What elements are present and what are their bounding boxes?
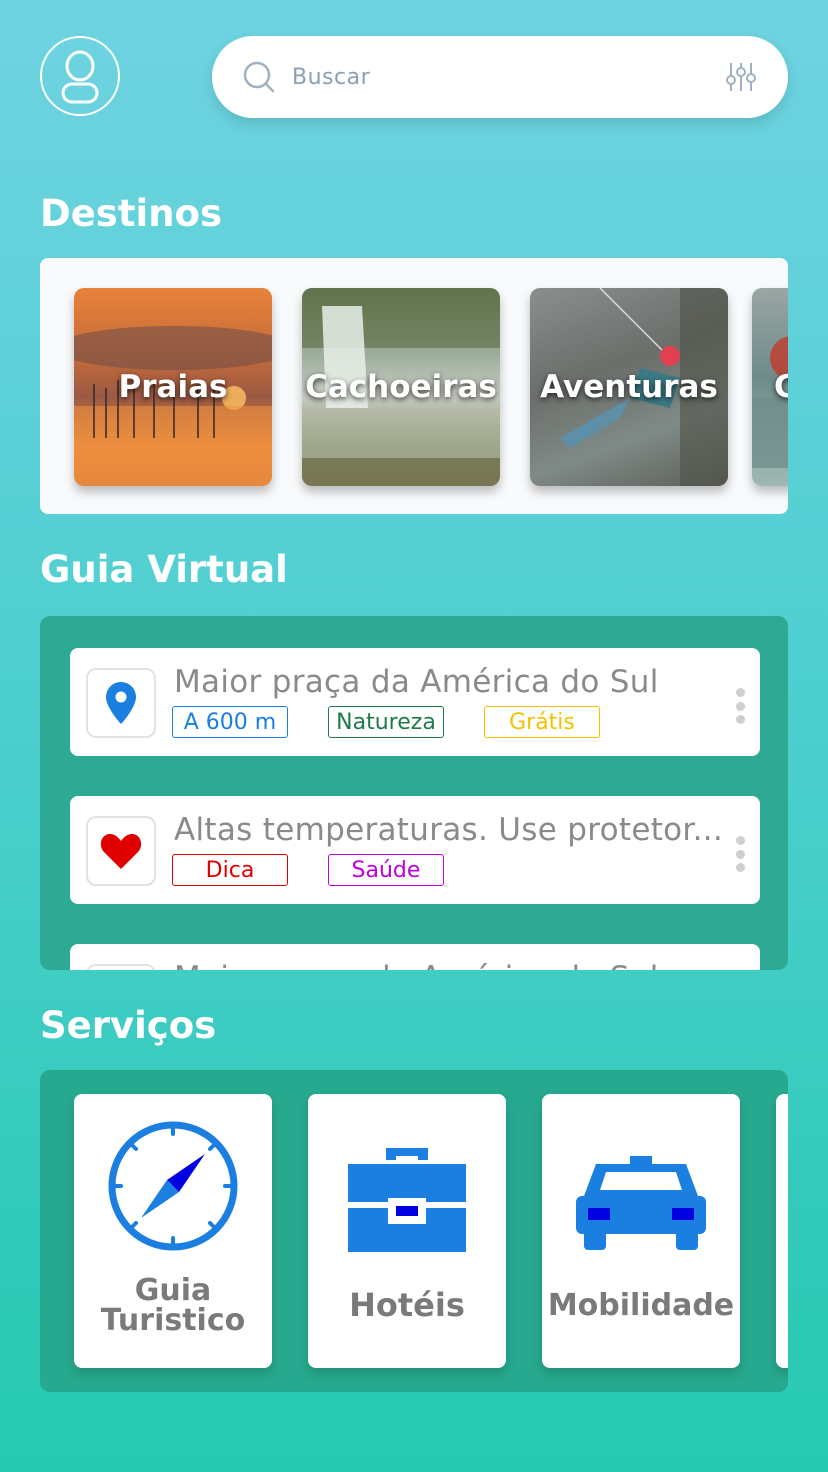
- service-label: Hotéis: [349, 1286, 465, 1324]
- destino-card-partial[interactable]: C: [752, 288, 788, 486]
- section-title-servicos: Serviços: [40, 1004, 217, 1047]
- tip-icon-box: [86, 668, 156, 738]
- tag-price: Grátis: [484, 706, 600, 738]
- destino-card-praias[interactable]: Praias: [74, 288, 272, 486]
- tip-icon-box: [86, 816, 156, 886]
- service-card-guia-turistico[interactable]: Guia Turistico: [74, 1094, 272, 1368]
- search-icon: [243, 61, 275, 93]
- service-card-mobilidade[interactable]: Mobilidade: [542, 1094, 740, 1368]
- list-item[interactable]: Maior praça da América do Sul A 600 m Na…: [70, 648, 760, 756]
- compass-icon: [108, 1121, 238, 1251]
- tip-title: Altas temperaturas. Use protetor...: [174, 812, 724, 848]
- destino-card-cachoeiras[interactable]: Cachoeiras: [302, 288, 500, 486]
- service-card-partial[interactable]: [776, 1094, 788, 1368]
- service-label-line2: Turistico: [100, 1303, 246, 1338]
- map-pin-icon: [106, 682, 136, 724]
- tip-icon-box: [86, 964, 156, 970]
- section-title-destinos: Destinos: [40, 192, 222, 235]
- more-options-icon[interactable]: [734, 688, 746, 724]
- tag-distance: A 600 m: [172, 706, 288, 738]
- heart-icon: [100, 834, 142, 869]
- briefcase-icon: [348, 1148, 466, 1252]
- list-item[interactable]: Maior praça da América do Sul: [70, 944, 760, 970]
- section-title-guia-virtual: Guia Virtual: [40, 548, 288, 591]
- destino-label: Praias: [118, 369, 228, 405]
- destinos-carousel[interactable]: Praias Cachoeiras Aventuras C: [40, 258, 788, 514]
- guia-virtual-list[interactable]: Maior praça da América do Sul A 600 m Na…: [40, 616, 788, 970]
- tag-category: Natureza: [328, 706, 444, 738]
- destino-label: Aventuras: [540, 369, 718, 405]
- tip-title: Maior praça da América do Sul: [174, 664, 659, 700]
- servicos-carousel[interactable]: Guia Turistico Hotéis Mobilidade: [40, 1070, 788, 1392]
- search-input[interactable]: Buscar: [292, 65, 724, 90]
- destino-card-aventuras[interactable]: Aventuras: [530, 288, 728, 486]
- tag-type: Dica: [172, 854, 288, 886]
- more-options-icon[interactable]: [734, 836, 746, 872]
- tag-category: Saúde: [328, 854, 444, 886]
- avatar-button[interactable]: [40, 36, 120, 116]
- list-item[interactable]: Altas temperaturas. Use protetor... Dica…: [70, 796, 760, 904]
- search-bar[interactable]: Buscar: [212, 36, 788, 118]
- user-icon: [61, 50, 99, 104]
- filter-sliders-icon[interactable]: [724, 60, 758, 94]
- tip-title: Maior praça da América do Sul: [174, 960, 659, 970]
- service-label-line1: Guia: [134, 1273, 212, 1308]
- service-card-hoteis[interactable]: Hotéis: [308, 1094, 506, 1368]
- taxi-icon: [576, 1156, 706, 1250]
- destino-label: Cachoeiras: [305, 369, 497, 405]
- service-label: Mobilidade: [547, 1288, 735, 1323]
- destino-label: C: [774, 369, 788, 405]
